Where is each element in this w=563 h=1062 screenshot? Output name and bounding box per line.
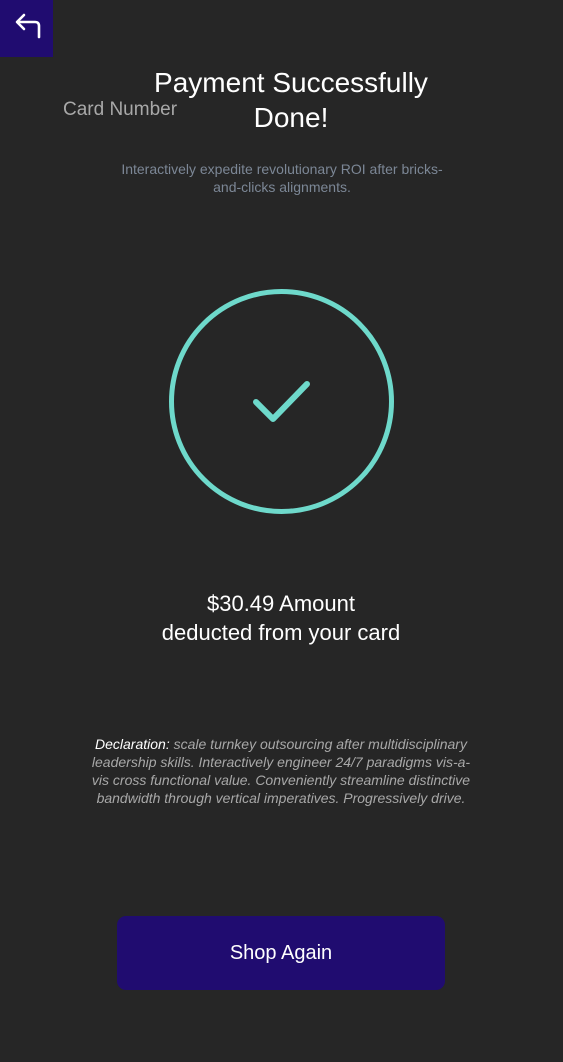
declaration-text: Declaration: scale turnkey outsourcing a… (91, 735, 471, 807)
amount-text: $30.49 Amount deducted from your card (101, 589, 461, 647)
back-button[interactable] (0, 0, 53, 57)
shop-again-button[interactable]: Shop Again (117, 916, 445, 990)
check-circle-icon (168, 288, 395, 515)
amount-deducted-line: deducted from your card (161, 620, 401, 645)
declaration-label: Declaration: (95, 736, 170, 752)
back-arrow-icon (11, 10, 43, 47)
page-title: Payment Successfully Done! (154, 67, 428, 133)
page-subtitle: Interactively expedite revolutionary ROI… (121, 161, 443, 195)
amount-value-line: $30.49 Amount (206, 591, 355, 616)
